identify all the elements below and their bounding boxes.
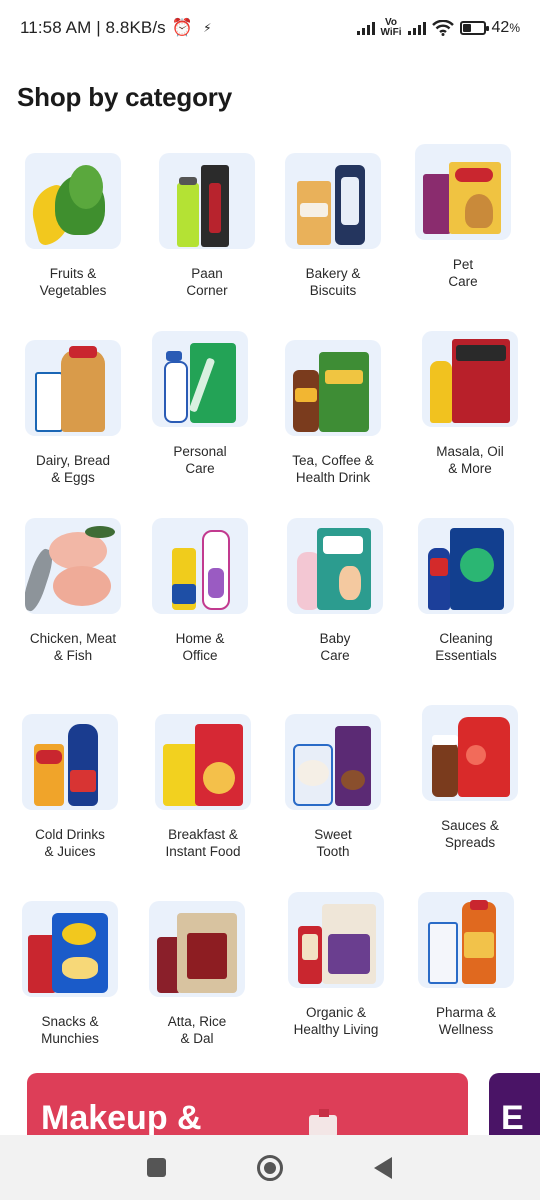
snacks-munchies-image xyxy=(22,901,118,997)
status-time: 11:58 AM xyxy=(20,18,92,37)
atta-rice-dal-image xyxy=(149,901,245,997)
battery-icon xyxy=(459,21,489,35)
square-icon xyxy=(147,1158,167,1177)
tea-coffee-image xyxy=(285,340,381,436)
cell-signal-2-icon xyxy=(407,21,426,35)
back-button[interactable] xyxy=(363,1148,403,1188)
category-label: Sweet Tooth xyxy=(314,827,352,859)
notification-icon: ⚡ xyxy=(203,21,212,35)
cell-signal-icon xyxy=(356,21,375,35)
category-personal-care[interactable]: Personal Care xyxy=(140,331,260,477)
chicken-meat-fish-image xyxy=(25,518,121,614)
recent-apps-button[interactable] xyxy=(137,1148,177,1188)
category-label: Home & Office xyxy=(175,631,225,663)
category-atta-rice-dal[interactable]: Atta, Rice & Dal xyxy=(137,901,257,1047)
cleaning-essentials-image xyxy=(418,518,514,614)
category-chicken-meat-fish[interactable]: Chicken, Meat & Fish xyxy=(13,518,133,664)
category-label: Chicken, Meat & Fish xyxy=(29,631,117,663)
category-label: Sauces & Spreads xyxy=(441,818,499,850)
category-label: Bakery & Biscuits xyxy=(305,266,361,298)
category-label: Personal Care xyxy=(173,444,227,476)
category-label: Breakfast & Instant Food xyxy=(165,827,241,859)
category-organic-healthy[interactable]: Organic & Healthy Living xyxy=(276,892,396,1038)
category-baby-care[interactable]: Baby Care xyxy=(275,518,395,664)
circle-home-icon xyxy=(256,1154,283,1181)
home-button[interactable] xyxy=(250,1148,290,1188)
status-right: Vo WiFi 42% xyxy=(356,17,520,38)
category-sauces-spreads[interactable]: Sauces & Spreads xyxy=(410,705,530,851)
category-bakery-biscuits[interactable]: Bakery & Biscuits xyxy=(273,153,393,299)
alarm-icon: ⏰ xyxy=(171,18,194,37)
baby-care-image xyxy=(287,518,383,614)
category-label: Dairy, Bread & Eggs xyxy=(35,453,111,485)
makeup-banner[interactable]: Makeup & xyxy=(27,1073,468,1135)
category-label: Tea, Coffee & Health Drink xyxy=(292,453,374,485)
category-cleaning-essentials[interactable]: Cleaning Essentials xyxy=(406,518,526,664)
category-label: Pet Care xyxy=(448,257,478,289)
category-dairy-bread-eggs[interactable]: Dairy, Bread & Eggs xyxy=(13,340,133,486)
category-label: Cold Drinks & Juices xyxy=(35,827,105,859)
category-label: Fruits & Vegetables xyxy=(39,266,107,298)
pharma-wellness-image xyxy=(418,892,514,988)
secondary-banner[interactable]: E xyxy=(489,1073,540,1135)
category-label: Paan Corner xyxy=(186,266,228,298)
vowifi-label: Vo WiFi xyxy=(380,17,402,38)
personal-care-image xyxy=(152,331,248,427)
category-home-office[interactable]: Home & Office xyxy=(140,518,260,664)
wifi-icon xyxy=(431,20,454,36)
paan-corner-image xyxy=(159,153,255,249)
category-cold-drinks[interactable]: Cold Drinks & Juices xyxy=(10,714,130,860)
category-label: Masala, Oil & More xyxy=(436,444,504,476)
category-label: Cleaning Essentials xyxy=(435,631,497,663)
sauces-spreads-image xyxy=(422,705,518,801)
bakery-biscuits-image xyxy=(285,153,381,249)
dairy-bread-eggs-image xyxy=(25,340,121,436)
home-office-image xyxy=(152,518,248,614)
sweet-tooth-image xyxy=(285,714,381,810)
category-label: Baby Care xyxy=(319,631,351,663)
category-label: Organic & Healthy Living xyxy=(293,1005,379,1037)
category-label: Pharma & Wellness xyxy=(435,1005,497,1037)
cold-drinks-image xyxy=(22,714,118,810)
category-label: Snacks & Munchies xyxy=(41,1014,99,1046)
status-speed: 8.8KB/s xyxy=(105,18,166,37)
category-snacks-munchies[interactable]: Snacks & Munchies xyxy=(10,901,130,1047)
fruits-vegetables-image xyxy=(25,153,121,249)
triangle-back-icon xyxy=(374,1156,393,1179)
breakfast-instant-image xyxy=(155,714,251,810)
category-paan-corner[interactable]: Paan Corner xyxy=(147,153,267,299)
category-masala-oil[interactable]: Masala, Oil & More xyxy=(410,331,530,477)
organic-healthy-image xyxy=(288,892,384,988)
system-nav-bar xyxy=(0,1135,540,1200)
masala-oil-image xyxy=(422,331,518,427)
category-fruits-vegetables[interactable]: Fruits & Vegetables xyxy=(13,153,133,299)
category-breakfast-instant[interactable]: Breakfast & Instant Food xyxy=(143,714,263,860)
category-pet-care[interactable]: Pet Care xyxy=(403,144,523,290)
pet-care-image xyxy=(415,144,511,240)
category-tea-coffee[interactable]: Tea, Coffee & Health Drink xyxy=(273,340,393,486)
product-image xyxy=(309,1115,337,1135)
banner-title: E xyxy=(501,1099,524,1135)
category-sweet-tooth[interactable]: Sweet Tooth xyxy=(273,714,393,860)
page-title: Shop by category xyxy=(17,82,232,112)
category-pharma-wellness[interactable]: Pharma & Wellness xyxy=(406,892,526,1038)
status-bar: 11:58 AM | 8.8KB/s ⏰ ⚡ Vo WiFi 42% xyxy=(0,0,540,56)
status-left: 11:58 AM | 8.8KB/s ⏰ ⚡ xyxy=(20,18,212,37)
category-label: Atta, Rice & Dal xyxy=(167,1014,227,1046)
battery-percent: 42% xyxy=(491,19,520,36)
banner-title: Makeup & xyxy=(41,1099,202,1135)
